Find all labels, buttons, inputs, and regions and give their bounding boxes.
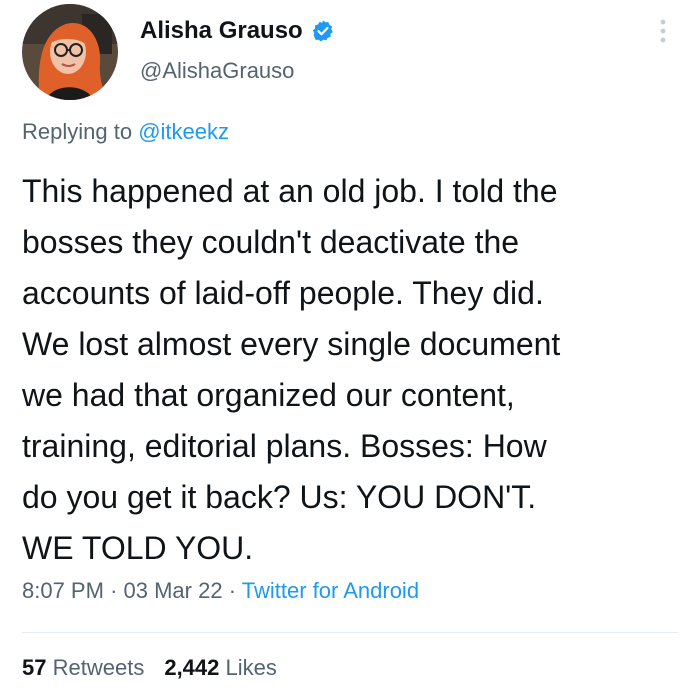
retweets-stat[interactable]: 57 Retweets [22,655,144,681]
tweet-card: Alisha Grauso @AlishaGrauso Replying to … [0,0,700,699]
reply-mention-link[interactable]: @itkeekz [138,119,229,144]
tweet-time[interactable]: 8:07 PM [22,578,104,603]
retweets-label: Retweets [52,655,145,680]
tweet-source-link[interactable]: Twitter for Android [242,578,419,603]
retweets-count: 57 [22,655,47,680]
replying-to-label: Replying to [22,119,133,144]
avatar[interactable] [22,4,118,100]
more-options-icon[interactable] [650,16,676,46]
tweet-stats: 57 Retweets 2,442 Likes [22,655,277,681]
verified-badge-icon [311,19,335,43]
tweet-date[interactable]: 03 Mar 22 [124,578,223,603]
likes-label: Likes [225,655,277,680]
tweet-meta: 8:07 PM · 03 Mar 22 · Twitter for Androi… [22,578,419,604]
likes-stat[interactable]: 2,442 Likes [164,655,277,681]
meta-separator: · [110,578,118,603]
avatar-image [22,4,118,100]
likes-count: 2,442 [164,655,220,680]
replying-to: Replying to @itkeekz [22,119,229,145]
divider [22,632,678,633]
meta-separator: · [228,578,237,603]
author-name-row: Alisha Grauso [140,17,335,45]
author-display-name[interactable]: Alisha Grauso [140,17,303,45]
author-handle[interactable]: @AlishaGrauso [140,58,294,84]
tweet-text: This happened at an old job. I told the … [22,173,561,566]
